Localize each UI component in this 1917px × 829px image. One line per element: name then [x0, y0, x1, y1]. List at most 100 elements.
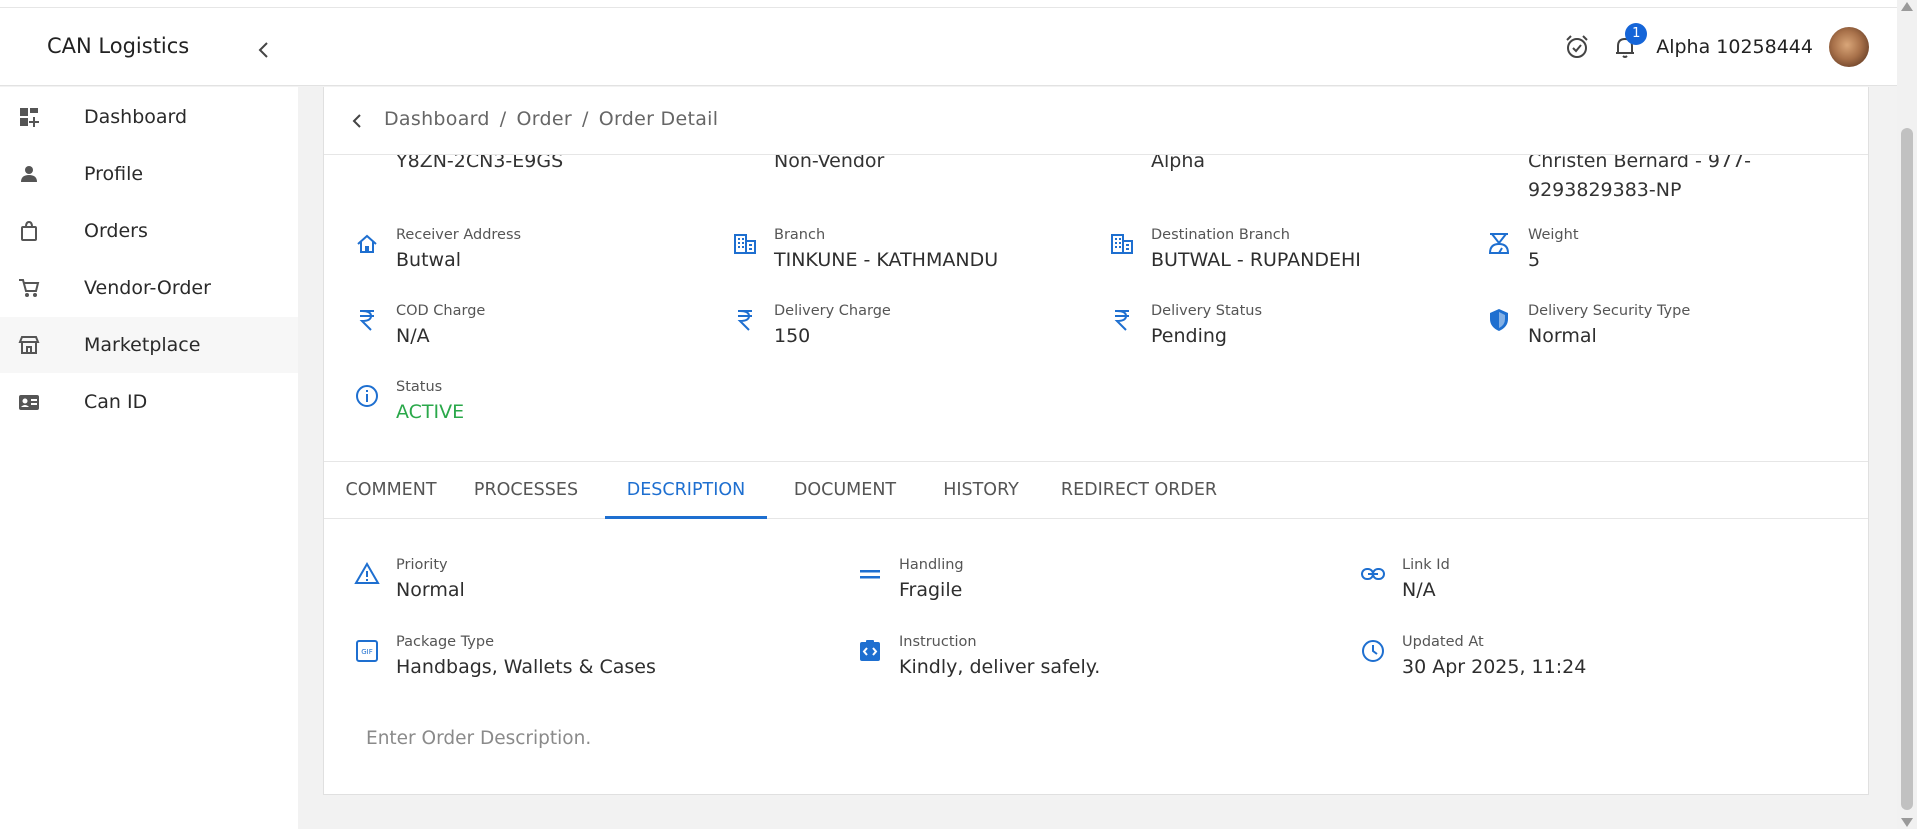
building-icon — [734, 234, 756, 254]
storefront-icon — [18, 336, 40, 354]
field-value: Handbags, Wallets & Cases — [396, 656, 656, 678]
breadcrumb-order[interactable]: Order — [516, 108, 572, 130]
cod-charge-field: COD Charge N/A — [354, 303, 714, 363]
tab-processes[interactable]: PROCESSES — [458, 462, 594, 519]
equals-icon — [860, 570, 880, 579]
field-label: Receiver Address — [396, 227, 522, 243]
dashboard-icon — [20, 108, 39, 127]
field-value: N/A — [396, 325, 430, 347]
clock-icon — [1362, 640, 1384, 662]
tab-redirect-order[interactable]: REDIRECT ORDER — [1049, 462, 1229, 519]
breadcrumb-dashboard[interactable]: Dashboard — [384, 108, 490, 130]
branch-field: Branch TINKUNE - KATHMANDU — [732, 227, 1092, 287]
sidebar-item-profile[interactable]: Profile — [0, 146, 298, 202]
sidebar-item-dashboard[interactable]: Dashboard — [0, 89, 298, 145]
receiver-value-line2: 9293829383-NP — [1528, 179, 1682, 201]
chevron-left-icon — [258, 42, 268, 58]
avatar[interactable] — [1829, 27, 1869, 67]
tab-comment[interactable]: COMMENT — [324, 462, 458, 519]
alarm-clock-icon[interactable] — [1564, 34, 1590, 60]
info-icon — [356, 385, 378, 407]
receiver-address-field: Receiver Address Butwal — [354, 227, 714, 287]
sidebar-item-vendor-order[interactable]: Vendor-Order — [0, 260, 298, 316]
field-label: Delivery Charge — [774, 303, 891, 319]
collapse-sidebar-button[interactable] — [254, 38, 274, 62]
field-value: N/A — [1402, 579, 1436, 601]
delivery-status-field: Delivery Status Pending — [1109, 303, 1469, 363]
shield-icon — [1490, 309, 1508, 331]
field-label: Instruction — [899, 634, 977, 650]
receiver-value: Christen Bernard - 977- 9293829383-NP — [1528, 147, 1751, 205]
order-description-input[interactable]: Enter Order Description. — [366, 728, 591, 749]
svg-text:GIF: GIF — [361, 648, 373, 656]
field-value: TINKUNE - KATHMANDU — [774, 249, 999, 271]
cart-icon — [19, 279, 40, 297]
sidebar-item-label: Can ID — [84, 391, 148, 413]
link-id-field: Link Id N/A — [1360, 557, 1840, 617]
field-value: Fragile — [899, 579, 963, 601]
sidebar-item-marketplace[interactable]: Marketplace — [0, 317, 298, 373]
rupee-icon — [1114, 310, 1129, 331]
sidebar-item-label: Orders — [84, 220, 148, 242]
field-value: Normal — [396, 579, 465, 601]
package-icon: GIF — [356, 640, 378, 662]
notifications-button[interactable]: 1 — [1612, 23, 1648, 60]
status-value: ACTIVE — [396, 401, 465, 423]
sidebar-item-label: Dashboard — [84, 106, 188, 128]
scale-icon — [1488, 233, 1510, 254]
sidebar-item-orders[interactable]: Orders — [0, 203, 298, 259]
brand-title: CAN Logistics — [47, 34, 190, 58]
field-label: Handling — [899, 557, 964, 573]
field-value: 30 Apr 2025, 11:24 — [1402, 656, 1587, 678]
browser-top-strip — [0, 0, 1897, 8]
tab-document[interactable]: DOCUMENT — [777, 462, 913, 519]
building-icon — [1111, 234, 1133, 254]
delivery-security-type-field: Delivery Security Type Normal — [1486, 303, 1846, 363]
priority-field: Priority Normal — [354, 557, 834, 617]
breadcrumb-order-detail: Order Detail — [598, 108, 719, 130]
field-label: Priority — [396, 557, 448, 573]
field-label: Updated At — [1402, 634, 1484, 650]
field-label: Status — [396, 379, 443, 395]
field-label: Link Id — [1402, 557, 1450, 573]
field-value: Butwal — [396, 249, 461, 271]
breadcrumb-separator: / — [499, 108, 507, 130]
notification-count-badge: 1 — [1625, 23, 1648, 45]
package-type-field: GIF Package Type Handbags, Wallets & Cas… — [354, 634, 834, 694]
sidebar: Dashboard Profile Orders Vendor-Order Ma… — [0, 87, 298, 829]
page-scrollbar[interactable] — [1897, 0, 1917, 829]
sidebar-item-can-id[interactable]: Can ID — [0, 374, 298, 430]
updated-at-field: Updated At 30 Apr 2025, 11:24 — [1360, 634, 1840, 694]
field-label: COD Charge — [396, 303, 486, 319]
top-app-bar: CAN Logistics 1 Alpha 10258444 — [0, 8, 1897, 86]
breadcrumb: Dashboard / Order / Order Detail — [384, 108, 718, 130]
field-label: Destination Branch — [1151, 227, 1290, 243]
user-name[interactable]: Alpha 10258444 — [1656, 36, 1813, 58]
chevron-left-icon — [352, 114, 361, 128]
back-button[interactable] — [347, 109, 367, 133]
detail-tabs: COMMENT PROCESSES DESCRIPTION DOCUMENT H… — [324, 461, 1868, 519]
tab-description[interactable]: DESCRIPTION — [605, 462, 767, 519]
handling-field: Handling Fragile — [857, 557, 1337, 617]
field-value: BUTWAL - RUPANDEHI — [1151, 249, 1361, 271]
rupee-icon — [737, 310, 752, 331]
home-icon — [357, 234, 377, 253]
rupee-icon — [359, 310, 374, 331]
sidebar-item-label: Vendor-Order — [84, 277, 211, 299]
breadcrumb-bar: Dashboard / Order / Order Detail — [324, 87, 1868, 155]
shopping-bag-icon — [21, 220, 37, 241]
field-label: Weight — [1528, 227, 1579, 243]
field-label: Delivery Status — [1151, 303, 1263, 319]
tab-history[interactable]: HISTORY — [923, 462, 1039, 519]
field-value: Pending — [1151, 325, 1227, 347]
scroll-down-arrow-icon[interactable] — [1901, 818, 1913, 827]
code-clipboard-icon — [860, 640, 880, 661]
person-icon — [21, 166, 37, 182]
scroll-up-arrow-icon[interactable] — [1901, 2, 1913, 11]
link-icon — [1361, 568, 1385, 580]
field-label: Branch — [774, 227, 826, 243]
breadcrumb-separator: / — [581, 108, 589, 130]
field-label: Package Type — [396, 634, 495, 650]
instruction-field: Instruction Kindly, deliver safely. — [857, 634, 1337, 694]
scrollbar-thumb[interactable] — [1901, 128, 1913, 810]
